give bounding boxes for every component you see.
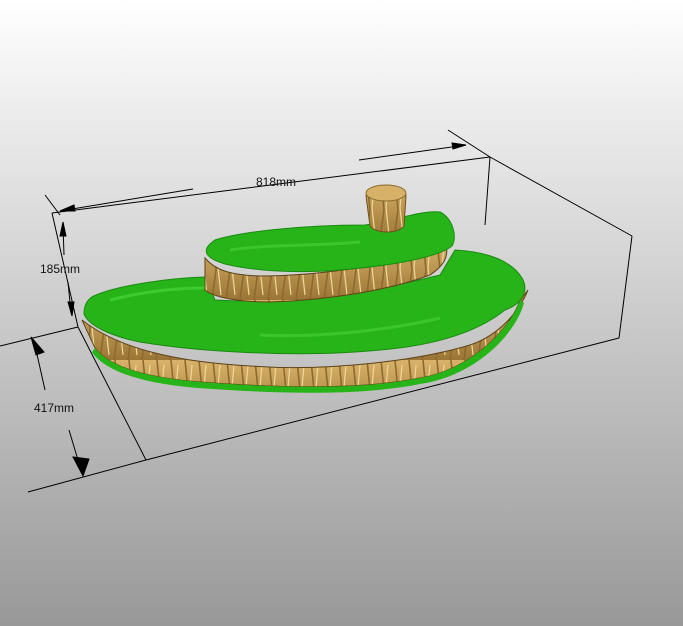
height-dimension-label: 185mm: [40, 262, 81, 276]
depth-dimension-label: 417mm: [34, 401, 75, 415]
scene-canvas: [0, 129, 633, 493]
terrain-model[interactable]: [81, 184, 529, 393]
width-dimension-label: 818mm: [256, 175, 297, 189]
tree-stump: [365, 184, 407, 233]
3d-viewport[interactable]: 818mm 185mm 417mm: [0, 0, 683, 626]
